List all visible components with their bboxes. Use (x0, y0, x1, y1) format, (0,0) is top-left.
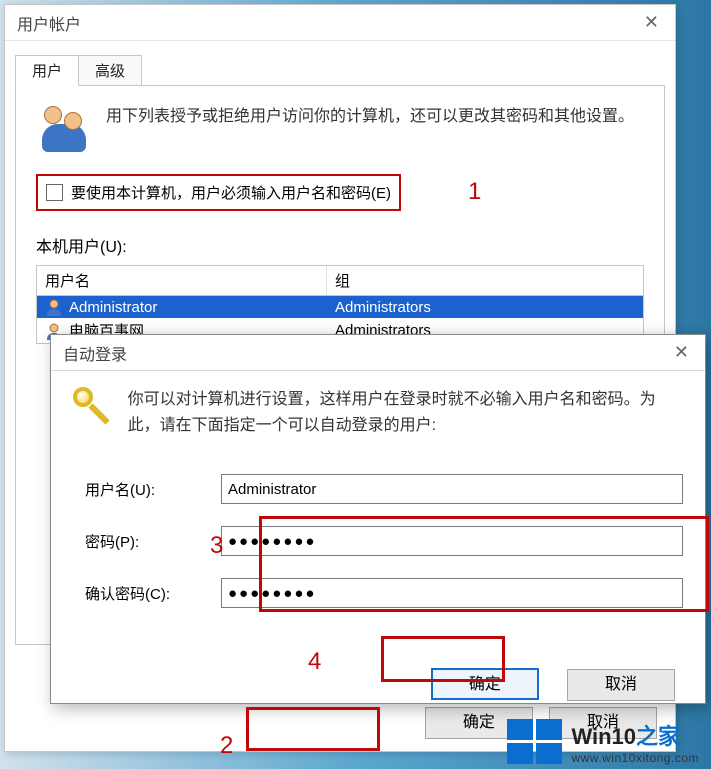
username-input[interactable] (221, 474, 683, 504)
tab-user[interactable]: 用户 (15, 55, 79, 86)
confirm-password-label: 确认密码(C): (85, 583, 221, 604)
password-label: 密码(P): (85, 531, 221, 552)
intro-text: 用下列表授予或拒绝用户访问你的计算机，还可以更改其密码和其他设置。 (92, 104, 634, 156)
watermark-title-a: Win10 (571, 724, 636, 749)
windows-logo-icon (507, 719, 563, 765)
annotation-4: 4 (308, 648, 321, 676)
people-icon (36, 104, 92, 156)
key-icon (73, 387, 100, 427)
table-header: 用户名 组 (37, 266, 643, 296)
dialog-title: 自动登录 (63, 341, 127, 365)
cell-username: Administrator (69, 299, 157, 316)
close-icon[interactable]: ✕ (666, 338, 697, 367)
confirm-password-input[interactable] (221, 578, 683, 608)
close-icon[interactable]: ✕ (636, 8, 667, 37)
username-label: 用户名(U): (85, 479, 221, 500)
require-password-row: 要使用本计算机，用户必须输入用户名和密码(E) (36, 174, 401, 211)
user-icon (45, 298, 63, 316)
password-input[interactable] (221, 526, 683, 556)
annotation-3: 3 (210, 532, 223, 560)
dialog-title: 用户帐户 (17, 11, 81, 35)
titlebar[interactable]: 用户帐户 ✕ (5, 5, 675, 41)
col-group[interactable]: 组 (327, 266, 643, 295)
user-table: 用户名 组 Administrator Administrators 电脑百事网 (36, 265, 644, 344)
cell-group: Administrators (327, 296, 643, 318)
annotation-2: 2 (220, 732, 233, 760)
tab-advanced[interactable]: 高级 (78, 55, 142, 86)
cancel-button[interactable]: 取消 (567, 669, 675, 701)
auto-login-dialog: 自动登录 ✕ 你可以对计算机进行设置，这样用户在登录时就不必输入用户名和密码。为… (50, 334, 706, 704)
table-row[interactable]: Administrator Administrators (37, 296, 643, 318)
watermark-title-b: 之家 (636, 724, 680, 749)
auto-login-intro: 你可以对计算机进行设置，这样用户在登录时就不必输入用户名和密码。为此，请在下面指… (114, 387, 683, 438)
ok-button[interactable]: 确定 (431, 668, 539, 700)
require-password-label: 要使用本计算机，用户必须输入用户名和密码(E) (71, 182, 391, 203)
col-username[interactable]: 用户名 (37, 266, 327, 295)
require-password-checkbox[interactable] (46, 184, 63, 201)
watermark: Win10之家 www.win10xitong.com (507, 719, 699, 765)
annotation-1: 1 (468, 178, 481, 206)
watermark-url: www.win10xitong.com (571, 751, 699, 765)
user-list-label: 本机用户(U): (36, 233, 644, 257)
child-button-row: 确定 取消 (73, 668, 683, 701)
titlebar[interactable]: 自动登录 ✕ (51, 335, 705, 371)
